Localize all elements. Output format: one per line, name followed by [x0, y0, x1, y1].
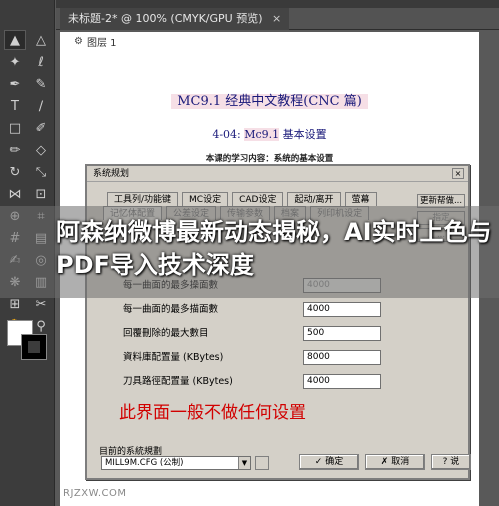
- red-annotation: 此界面一般不做任何设置: [119, 403, 306, 423]
- scale-tool-icon[interactable]: ⤡: [30, 162, 52, 182]
- direct-selection-tool-icon[interactable]: △: [30, 30, 52, 50]
- document-tab[interactable]: 未标题-2* @ 100% (CMYK/GPU 预览) ×: [60, 8, 290, 30]
- form-row-input[interactable]: 8000: [303, 350, 381, 365]
- help-button[interactable]: ? 说: [431, 454, 471, 470]
- current-config-select[interactable]: MILL9M.CFG (公制) ▼: [101, 456, 251, 470]
- current-config-value: MILL9M.CFG (公制): [105, 458, 184, 468]
- lesson-title-suffix: 基本设置: [282, 128, 327, 141]
- ok-button[interactable]: ✓ 确定: [299, 454, 359, 470]
- gear-icon: ⚙: [74, 35, 83, 47]
- form-row-input[interactable]: 4000: [303, 302, 381, 317]
- free-transform-tool-icon[interactable]: ⊡: [30, 184, 52, 204]
- type-tool-icon[interactable]: T: [4, 96, 26, 116]
- fill-stroke-swatches[interactable]: [7, 320, 51, 364]
- config-browse-button[interactable]: [255, 456, 269, 470]
- form-row-label: 回覆刪除的最大數目: [123, 328, 209, 339]
- top-strip: [56, 0, 499, 8]
- document-tab-bar: 未标题-2* @ 100% (CMYK/GPU 预览) ×: [56, 8, 499, 30]
- form-row-label: 每一曲面的最多描面數: [123, 304, 219, 315]
- form-row: 資料庫配置量 (KBytes) 8000: [123, 350, 453, 366]
- tab-tabs-row1-1[interactable]: MC设定: [182, 192, 229, 206]
- document-tab-title: 未标题-2* @ 100% (CMYK/GPU 预览): [68, 12, 263, 25]
- close-icon[interactable]: ×: [452, 168, 464, 179]
- rotate-tool-icon[interactable]: ↻: [4, 162, 26, 182]
- rectangle-tool-icon[interactable]: □: [4, 118, 26, 138]
- lesson-title: 4-04: Mc9.1 基本设置: [60, 126, 479, 142]
- chevron-down-icon[interactable]: ▼: [238, 457, 250, 469]
- selection-tool-icon[interactable]: ▲: [4, 30, 26, 50]
- tabs-row-1: 工具列/功能键 MC设定 CAD设定 起动/离开 萤幕: [107, 192, 381, 206]
- form-row-input[interactable]: 500: [303, 326, 381, 341]
- tab-tabs-row1-0[interactable]: 工具列/功能键: [107, 192, 179, 206]
- document-title: MC9.1 经典中文教程(CNC 篇): [60, 90, 479, 109]
- form-row: 回覆刪除的最大數目 500: [123, 326, 453, 342]
- tab-tabs-row1-3[interactable]: 起动/离开: [287, 192, 341, 206]
- cancel-button[interactable]: ✗ 取消: [365, 454, 425, 470]
- current-config-group: 目前的系統規劃 MILL9M.CFG (公制) ▼: [99, 444, 269, 476]
- width-tool-icon[interactable]: ⋈: [4, 184, 26, 204]
- eraser-tool-icon[interactable]: ◇: [30, 140, 52, 160]
- tab-tabs-row1-4[interactable]: 萤幕: [344, 192, 377, 206]
- form-row-label: 刀具路徑配置量 (KBytes): [123, 376, 233, 387]
- tab-tabs-row1-2[interactable]: CAD设定: [232, 192, 284, 206]
- dialog-title: 系统规划: [87, 166, 468, 182]
- banner-headline: 阿森纳微博最新动态揭秘，AI实时上色与PDF导入技术深度: [56, 218, 492, 279]
- lesson-title-highlight: Mc9.1: [244, 128, 280, 141]
- overlay-banner: 阿森纳微博最新动态揭秘，AI实时上色与PDF导入技术深度: [0, 206, 499, 298]
- form-row: 每一曲面的最多描面數 4000: [123, 302, 453, 318]
- layer-label: ⚙ 图层 1: [74, 34, 117, 49]
- shaper-tool-icon[interactable]: ✏: [4, 140, 26, 160]
- form-row: 刀具路徑配置量 (KBytes) 4000: [123, 374, 453, 390]
- lesson-title-prefix: 4-04:: [212, 128, 241, 141]
- form-row-label: 資料庫配置量 (KBytes): [123, 352, 224, 363]
- layer-name: 图层 1: [86, 37, 117, 49]
- pen-tool-icon[interactable]: ✒: [4, 74, 26, 94]
- curvature-tool-icon[interactable]: ✎: [30, 74, 52, 94]
- line-tool-icon[interactable]: ∕: [30, 96, 52, 116]
- stroke-swatch[interactable]: [21, 334, 47, 360]
- lesson-description: 本课的学习内容：系统的基本设置: [205, 154, 334, 164]
- lasso-tool-icon[interactable]: ℓ: [30, 52, 52, 72]
- close-icon[interactable]: ×: [272, 12, 281, 25]
- magic-wand-tool-icon[interactable]: ✦: [4, 52, 26, 72]
- form-row-input[interactable]: 4000: [303, 374, 381, 389]
- document-title-text: MC9.1 经典中文教程(CNC 篇): [171, 94, 368, 109]
- paintbrush-tool-icon[interactable]: ✐: [30, 118, 52, 138]
- watermark: RJZXW.COM: [63, 488, 127, 499]
